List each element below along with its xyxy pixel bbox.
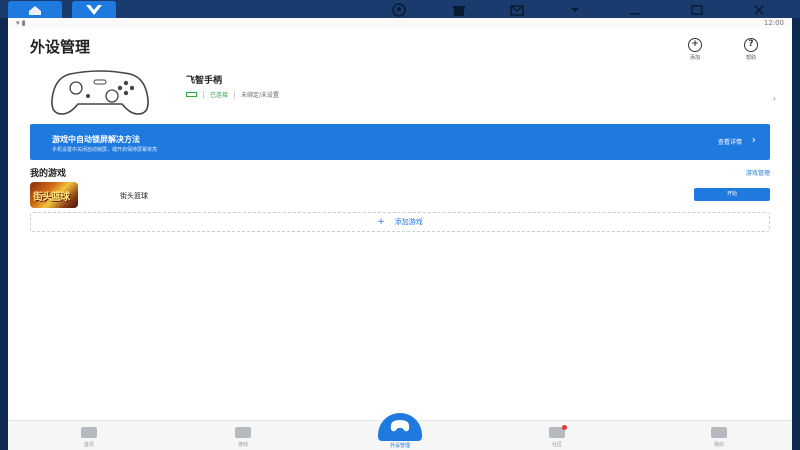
maximize-icon[interactable] xyxy=(690,2,704,16)
close-icon[interactable] xyxy=(752,2,766,16)
gamepad-nav-icon xyxy=(378,413,422,441)
tips-banner[interactable]: 游戏中自动锁屏解决方法 手机设置中关闭自动锁屏，或开启保持屏幕常亮 查看详情 › xyxy=(30,124,770,160)
banner-title: 游戏中自动锁屏解决方法 xyxy=(52,135,140,144)
minimize-icon[interactable] xyxy=(628,2,642,16)
divider xyxy=(234,90,236,99)
banner-link[interactable]: 查看详情 xyxy=(718,137,742,146)
game-row[interactable]: 街头篮球 街头篮球 开始 xyxy=(30,182,770,208)
add-game-button[interactable]: + 添加游戏 xyxy=(30,212,770,232)
connection-status: 已连接 xyxy=(210,92,229,99)
app-tab[interactable] xyxy=(72,1,116,18)
add-game-label: 添加游戏 xyxy=(394,218,423,226)
banner-subtitle: 手机设置中关闭自动锁屏，或开启保持屏幕常亮 xyxy=(52,147,158,153)
home-tab[interactable] xyxy=(8,1,62,18)
account-icon[interactable] xyxy=(392,2,406,17)
battery-icon xyxy=(186,92,197,97)
profile-icon xyxy=(711,427,727,438)
grid-icon xyxy=(235,427,251,438)
nav-profile[interactable]: 我的 xyxy=(694,427,744,448)
divider xyxy=(203,90,204,99)
nav-home[interactable]: 首页 xyxy=(64,427,114,448)
plus-circle-icon: + xyxy=(688,38,702,52)
page-title: 外设管理 xyxy=(30,38,91,56)
game-name: 街头篮球 xyxy=(120,192,148,200)
device-name: 飞智手柄 xyxy=(186,76,223,86)
my-games-title: 我的游戏 xyxy=(30,169,67,179)
device-status-row: 已连接 未绑定/未设置 xyxy=(186,90,279,99)
nav-games[interactable]: 游戏 xyxy=(218,427,268,448)
plus-icon: + xyxy=(377,217,385,227)
signal-icon: ▾ ▮ xyxy=(16,19,26,27)
dropdown-icon[interactable] xyxy=(568,2,582,16)
add-device-button[interactable]: + 添加 xyxy=(682,38,708,61)
home-nav-icon xyxy=(81,427,97,438)
status-time: 12:00 xyxy=(763,19,784,27)
notification-badge xyxy=(562,425,567,430)
manage-games-link[interactable]: 游戏管理 xyxy=(746,168,770,177)
mail-icon[interactable] xyxy=(510,2,524,16)
gift-icon[interactable] xyxy=(452,2,466,16)
start-game-button[interactable]: 开始 xyxy=(694,188,770,201)
nav-device-manage[interactable]: 外设管理 xyxy=(376,413,424,449)
nav-community[interactable]: 社区 xyxy=(532,425,582,448)
status-bar: ▾ ▮ 12:00 xyxy=(8,18,792,28)
home-icon xyxy=(29,5,41,15)
chevron-right-icon: › xyxy=(751,133,756,146)
chevron-right-icon: › xyxy=(772,94,776,103)
feizhi-logo-icon xyxy=(86,4,102,15)
android-screen: ▾ ▮ 12:00 外设管理 + 添加 ? 帮助 飞智手柄 已连接 未绑定/未设… xyxy=(8,18,792,450)
help-button[interactable]: ? 帮助 xyxy=(738,38,764,61)
device-mode: 未绑定/未设置 xyxy=(241,92,280,99)
bottom-nav: 首页 游戏 外设管理 社区 我的 xyxy=(8,413,792,450)
gamepad-icon xyxy=(51,70,149,115)
help-circle-icon: ? xyxy=(744,38,758,52)
device-card[interactable]: 飞智手柄 已连接 未绑定/未设置 › xyxy=(30,66,778,124)
game-icon: 街头篮球 xyxy=(30,182,78,208)
emulator-titlebar xyxy=(0,0,800,18)
